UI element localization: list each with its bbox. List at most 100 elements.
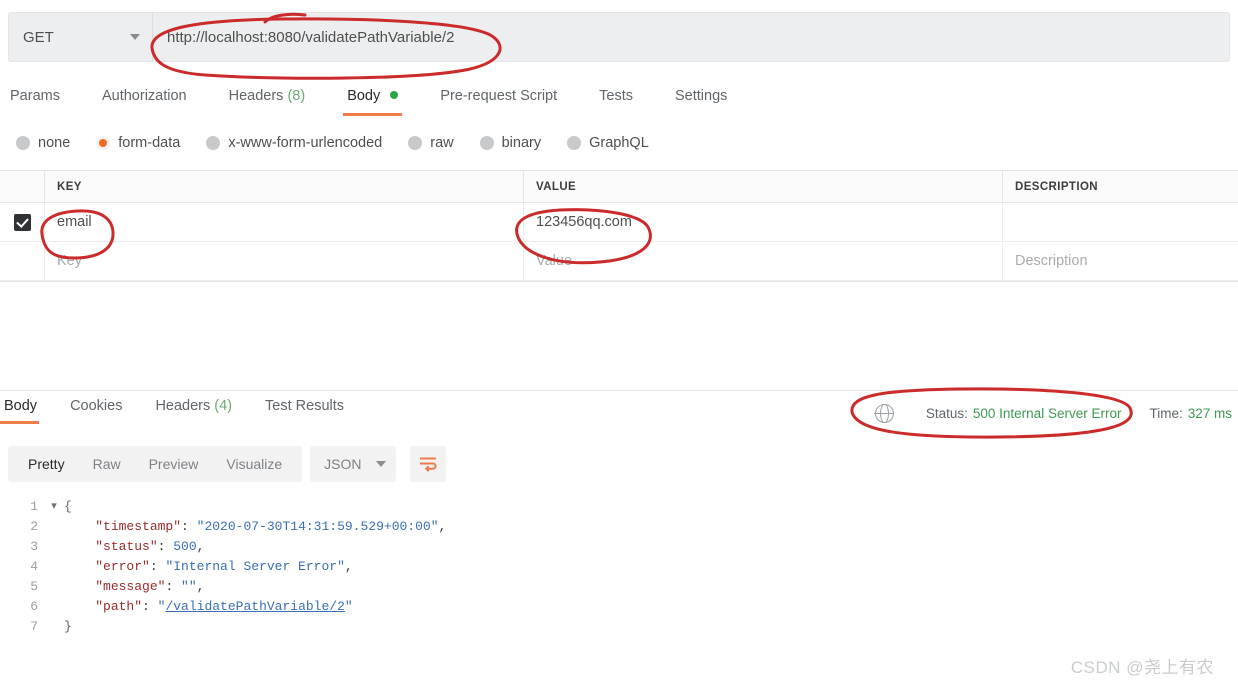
view-mode-pretty[interactable]: Pretty	[14, 456, 79, 472]
json-comma: ,	[196, 579, 205, 594]
json-key-error: "error"	[95, 559, 150, 574]
response-tab-cookies-label: Cookies	[70, 398, 123, 414]
json-colon: :	[157, 539, 174, 554]
code-line: 7 }	[0, 617, 1238, 637]
wrap-lines-icon	[420, 457, 437, 472]
code-line: 6 "path": "/validatePathVariable/2"	[0, 597, 1238, 617]
json-key-status: "status"	[95, 539, 158, 554]
row-key-input[interactable]: email	[44, 203, 523, 241]
csdn-watermark: CSDN @尧上有农	[1070, 658, 1214, 677]
row-value-input[interactable]: 123456qq.com	[523, 203, 1002, 241]
tab-settings-label: Settings	[674, 88, 728, 104]
json-quote-close: "	[344, 599, 353, 614]
response-tab-headers[interactable]: Headers (4)	[155, 398, 232, 424]
row-enabled-checkbox[interactable]	[13, 213, 31, 231]
json-colon: :	[142, 599, 158, 614]
view-mode-raw[interactable]: Raw	[79, 456, 135, 472]
tab-pre-request-script-label: Pre-request Script	[440, 88, 558, 104]
body-type-urlencoded-label: x-www-form-urlencoded	[228, 135, 383, 151]
body-type-graphql-label: GraphQL	[589, 135, 649, 151]
body-type-none[interactable]: none	[16, 135, 70, 151]
url-text: http://localhost:8080/validatePathVariab…	[167, 28, 455, 46]
response-tab-cookies[interactable]: Cookies	[70, 398, 122, 424]
view-mode-visualize[interactable]: Visualize	[212, 456, 296, 472]
fold-toggle-icon[interactable]: ▾	[46, 497, 62, 517]
tab-authorization-label: Authorization	[101, 88, 187, 104]
json-key-path: "path"	[95, 599, 143, 614]
line-number: 5	[30, 579, 38, 594]
body-active-dot-icon	[390, 91, 399, 99]
response-tab-test-results-label: Test Results	[265, 398, 345, 414]
response-status-bar: Status: 500 Internal Server Error Time: …	[874, 403, 1232, 424]
body-type-binary[interactable]: binary	[479, 135, 541, 151]
view-mode-preview[interactable]: Preview	[135, 456, 213, 472]
tab-tests-label: Tests	[599, 88, 633, 104]
new-row-value-placeholder: Value	[536, 253, 573, 269]
code-line: 3 "status": 500,	[0, 537, 1238, 557]
request-tabs: Params Authorization Headers (8) Body Pr…	[0, 74, 1238, 116]
json-colon: :	[149, 559, 166, 574]
code-line: 5 "message": "",	[0, 577, 1238, 597]
tab-headers-count: (8)	[287, 88, 306, 104]
body-type-urlencoded[interactable]: x-www-form-urlencoded	[206, 135, 382, 151]
tab-params[interactable]: Params	[10, 88, 60, 116]
empty-row-checkbox-cell	[0, 242, 44, 280]
json-value-error: "Internal Server Error"	[165, 559, 345, 574]
response-format-select[interactable]: JSON	[310, 446, 397, 482]
body-type-form-data-label: form-data	[118, 135, 181, 151]
column-header-value: VALUE	[523, 171, 1002, 202]
response-format-label: JSON	[324, 456, 362, 472]
new-row-description-input[interactable]: Description	[1002, 242, 1238, 280]
radio-icon	[408, 136, 423, 150]
body-type-raw-label: raw	[430, 135, 454, 151]
time-label: Time:	[1149, 406, 1183, 421]
new-row-value-input[interactable]: Value	[523, 242, 1002, 280]
code-line: 2 "timestamp": "2020-07-30T14:31:59.529+…	[0, 517, 1238, 537]
response-tab-headers-count: (4)	[214, 398, 233, 414]
json-key-timestamp: "timestamp"	[95, 519, 182, 534]
http-method-select[interactable]: GET	[8, 12, 152, 62]
new-row-key-placeholder: Key	[57, 253, 82, 269]
response-body-json: 1 ▾ { 2 "timestamp": "2020-07-30T14:31:5…	[0, 497, 1238, 637]
response-view-toolbar: Pretty Raw Preview Visualize JSON	[8, 446, 447, 482]
body-type-radio-group: none form-data x-www-form-urlencoded raw…	[0, 126, 1238, 160]
column-header-key: KEY	[44, 171, 523, 202]
row-checkbox-cell	[0, 203, 44, 241]
json-value-path-link[interactable]: /validatePathVariable/2	[165, 599, 344, 614]
tab-settings[interactable]: Settings	[675, 88, 727, 116]
tab-params-label: Params	[10, 88, 60, 104]
body-type-form-data[interactable]: form-data	[96, 135, 180, 151]
response-tab-test-results[interactable]: Test Results	[265, 398, 344, 424]
tab-body[interactable]: Body	[343, 88, 403, 116]
globe-icon	[874, 403, 895, 424]
response-tab-body[interactable]: Body	[0, 398, 40, 424]
line-number: 1	[30, 499, 38, 514]
json-colon: :	[181, 519, 197, 534]
tab-body-label: Body	[347, 88, 381, 104]
line-number: 3	[30, 539, 38, 554]
table-header-row: KEY VALUE DESCRIPTION	[0, 171, 1238, 203]
row-description-input[interactable]	[1002, 203, 1238, 241]
body-type-raw[interactable]: raw	[408, 135, 454, 151]
new-row-key-input[interactable]: Key	[44, 242, 523, 280]
json-open-brace: {	[64, 499, 72, 514]
json-comma: ,	[196, 539, 205, 554]
body-type-graphql[interactable]: GraphQL	[567, 135, 649, 151]
url-input[interactable]: http://localhost:8080/validatePathVariab…	[152, 12, 1230, 62]
tab-tests[interactable]: Tests	[599, 88, 633, 116]
status-badge[interactable]: 500 Internal Server Error	[973, 406, 1122, 421]
row-key-value: email	[57, 214, 92, 230]
code-line: 4 "error": "Internal Server Error",	[0, 557, 1238, 577]
tab-pre-request-script[interactable]: Pre-request Script	[440, 88, 557, 116]
tab-headers[interactable]: Headers (8)	[229, 88, 306, 116]
json-key-message: "message"	[95, 579, 166, 594]
tab-authorization[interactable]: Authorization	[102, 88, 187, 116]
row-value-value: 123456qq.com	[536, 214, 632, 230]
header-checkbox-cell	[0, 171, 44, 202]
view-mode-group: Pretty Raw Preview Visualize	[8, 446, 303, 482]
json-value-message: ""	[181, 579, 197, 594]
chevron-down-icon	[376, 461, 387, 467]
http-method-label: GET	[23, 28, 54, 46]
request-url-bar: GET http://localhost:8080/validatePathVa…	[0, 12, 1238, 62]
wrap-lines-button[interactable]	[410, 446, 447, 482]
